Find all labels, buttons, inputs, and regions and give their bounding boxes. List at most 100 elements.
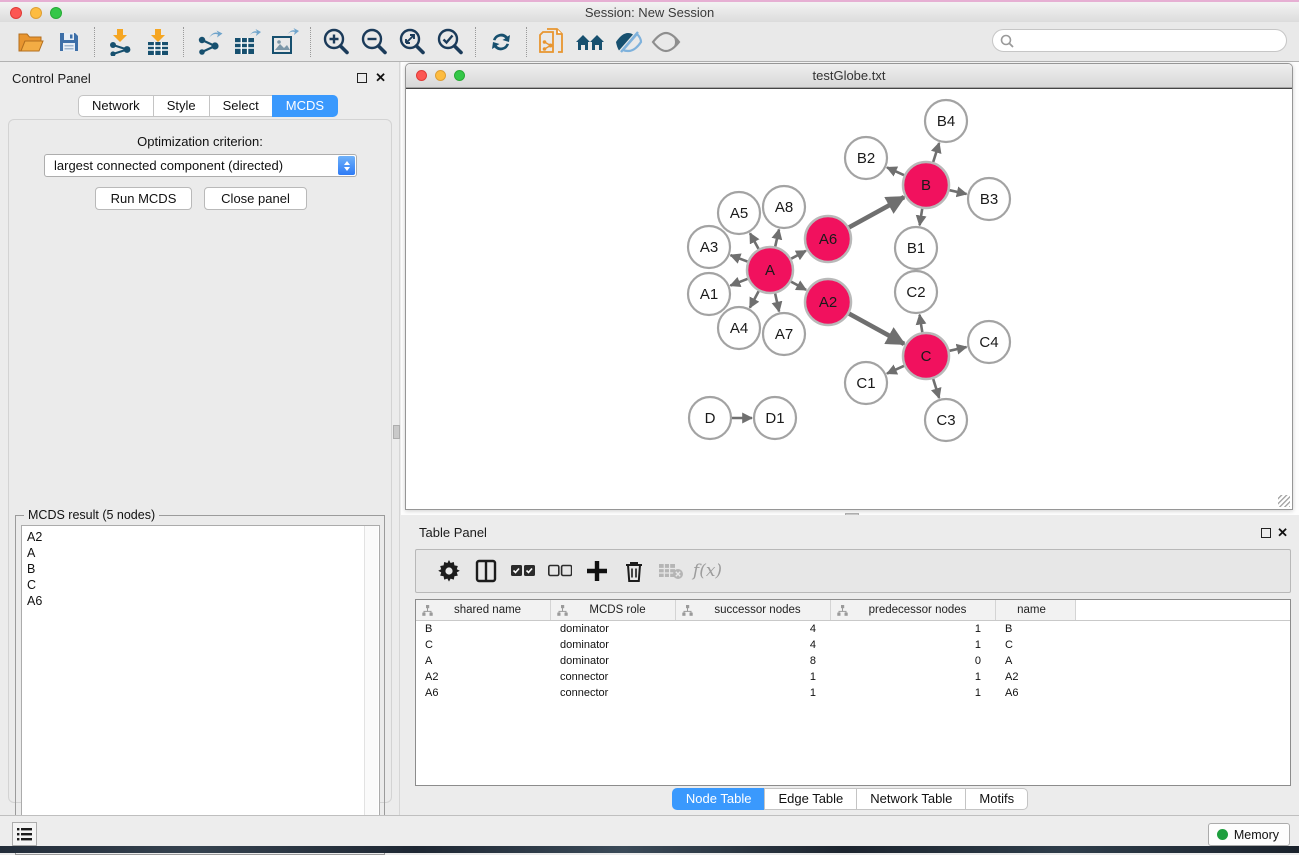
graph-edge-A6-B[interactable] [849, 197, 904, 227]
task-history-button[interactable] [12, 822, 37, 846]
tab-style[interactable]: Style [153, 95, 210, 117]
tab-select[interactable]: Select [209, 95, 273, 117]
zoom-window-icon[interactable] [50, 7, 62, 19]
table-cell[interactable]: A [996, 655, 1076, 667]
table-cell[interactable]: 1 [831, 623, 996, 635]
network-canvas[interactable]: B4B2BB3A8A5A6B1A3AC2A1A2A4A7C4CC1C3DD1 [406, 88, 1292, 509]
graph-edge-A-A5[interactable] [750, 233, 759, 249]
close-panel-icon[interactable]: ✕ [1277, 525, 1288, 541]
table-row[interactable]: Cdominator41C [416, 637, 1290, 653]
tab-node-table[interactable]: Node Table [672, 788, 766, 810]
mcds-result-item[interactable]: A6 [27, 593, 379, 609]
network-graph[interactable]: B4B2BB3A8A5A6B1A3AC2A1A2A4A7C4CC1C3DD1 [406, 89, 1292, 510]
graph-edge-C-C1[interactable] [887, 366, 904, 374]
window-resize-grip[interactable] [1278, 495, 1290, 507]
minimize-window-icon[interactable] [435, 70, 446, 81]
first-neighbors-icon[interactable] [571, 25, 609, 59]
hide-selected-icon[interactable] [609, 25, 647, 59]
table-cell[interactable]: dominator [551, 623, 676, 635]
float-panel-icon[interactable] [357, 73, 367, 83]
table-cell[interactable]: 4 [676, 623, 831, 635]
table-cell[interactable]: A2 [416, 671, 551, 683]
table-row[interactable]: Adominator80A [416, 653, 1290, 669]
table-cell[interactable]: B [996, 623, 1076, 635]
function-builder-icon[interactable]: f(x) [689, 554, 726, 588]
column-header-predecessor-nodes[interactable]: predecessor nodes [831, 600, 996, 620]
table-cell[interactable]: connector [551, 687, 676, 699]
table-cell[interactable]: 1 [831, 687, 996, 699]
zoom-selected-icon[interactable] [431, 25, 469, 59]
delete-column-icon[interactable] [615, 554, 652, 588]
select-all-icon[interactable] [504, 554, 541, 588]
graph-edge-B-B3[interactable] [949, 190, 966, 194]
table-row[interactable]: A2connector11A2 [416, 669, 1290, 685]
memory-button[interactable]: Memory [1208, 823, 1290, 846]
table-cell[interactable]: 1 [831, 639, 996, 651]
table-cell[interactable]: 1 [676, 671, 831, 683]
close-window-icon[interactable] [10, 7, 22, 19]
graph-edge-A-A1[interactable] [730, 279, 747, 286]
network-window-controls[interactable] [416, 70, 465, 81]
graph-edge-A-A4[interactable] [750, 291, 759, 308]
mcds-result-item[interactable]: A [27, 545, 379, 561]
tab-mcds[interactable]: MCDS [272, 95, 338, 117]
table-cell[interactable]: 0 [831, 655, 996, 667]
import-network-icon[interactable] [101, 25, 139, 59]
clone-network-icon[interactable] [533, 25, 571, 59]
export-network-icon[interactable] [190, 25, 228, 59]
table-cell[interactable]: 4 [676, 639, 831, 651]
delete-table-icon[interactable] [652, 554, 689, 588]
tab-motifs[interactable]: Motifs [965, 788, 1028, 810]
run-mcds-button[interactable]: Run MCDS [95, 187, 192, 210]
graph-edge-C-C2[interactable] [920, 315, 923, 333]
tab-edge-table[interactable]: Edge Table [764, 788, 857, 810]
deselect-all-icon[interactable] [541, 554, 578, 588]
graph-edge-A-A6[interactable] [791, 251, 806, 259]
graph-edge-C-C4[interactable] [949, 347, 966, 351]
search-field[interactable] [992, 29, 1287, 52]
panel-splitter-handle[interactable] [393, 425, 400, 439]
table-cell[interactable]: A [416, 655, 551, 667]
columns-icon[interactable] [467, 554, 504, 588]
mcds-result-item[interactable]: B [27, 561, 379, 577]
search-input[interactable] [992, 29, 1287, 52]
table-cell[interactable]: C [996, 639, 1076, 651]
criterion-select[interactable]: largest connected component (directed) [44, 154, 357, 177]
graph-edge-B-B1[interactable] [920, 209, 923, 226]
table-cell[interactable]: 8 [676, 655, 831, 667]
table-cell[interactable]: C [416, 639, 551, 651]
open-file-icon[interactable] [12, 25, 50, 59]
zoom-fit-icon[interactable] [393, 25, 431, 59]
import-table-icon[interactable] [139, 25, 177, 59]
window-controls[interactable] [10, 7, 62, 19]
column-header-name[interactable]: name [996, 600, 1076, 620]
mcds-result-item[interactable]: C [27, 577, 379, 593]
save-session-icon[interactable] [50, 25, 88, 59]
column-header-successor-nodes[interactable]: successor nodes [676, 600, 831, 620]
graph-edge-A-A8[interactable] [775, 229, 779, 246]
table-cell[interactable]: B [416, 623, 551, 635]
node-table[interactable]: shared nameMCDS rolesuccessor nodesprede… [415, 599, 1291, 786]
table-cell[interactable]: A6 [996, 687, 1076, 699]
graph-edge-A-A2[interactable] [791, 282, 806, 290]
zoom-window-icon[interactable] [454, 70, 465, 81]
minimize-window-icon[interactable] [30, 7, 42, 19]
table-cell[interactable]: 1 [831, 671, 996, 683]
show-all-icon[interactable] [647, 25, 685, 59]
mcds-result-scrollbar[interactable] [364, 526, 378, 848]
refresh-icon[interactable] [482, 25, 520, 59]
close-panel-icon[interactable]: ✕ [375, 70, 386, 86]
table-cell[interactable]: A6 [416, 687, 551, 699]
table-cell[interactable]: dominator [551, 639, 676, 651]
mcds-result-item[interactable]: A2 [27, 529, 379, 545]
close-panel-button[interactable]: Close panel [204, 187, 307, 210]
column-header-shared-name[interactable]: shared name [416, 600, 551, 620]
export-image-icon[interactable] [266, 25, 304, 59]
mcds-result-list[interactable]: A2ABCA6 [21, 525, 380, 849]
table-cell[interactable]: connector [551, 671, 676, 683]
float-panel-icon[interactable] [1261, 528, 1271, 538]
zoom-out-icon[interactable] [355, 25, 393, 59]
column-header-MCDS-role[interactable]: MCDS role [551, 600, 676, 620]
close-window-icon[interactable] [416, 70, 427, 81]
export-table-icon[interactable] [228, 25, 266, 59]
